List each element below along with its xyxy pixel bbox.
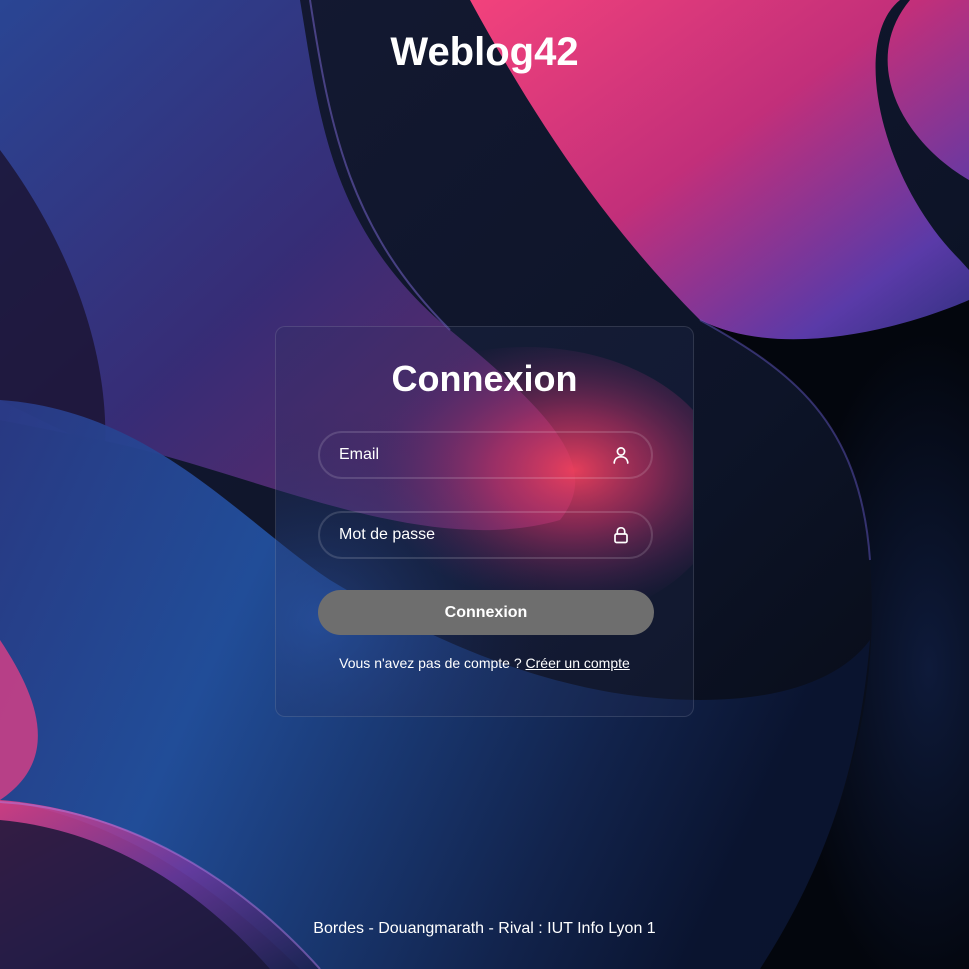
password-input[interactable] xyxy=(320,513,651,557)
user-icon xyxy=(613,447,629,464)
email-input[interactable] xyxy=(320,433,651,477)
login-title: Connexion xyxy=(391,358,578,399)
footer-credits: Bordes - Douangmarath - Rival : IUT Info… xyxy=(313,920,656,937)
login-button[interactable]: Connexion xyxy=(318,590,654,635)
site-title: Weblog42 xyxy=(390,30,579,74)
email-field xyxy=(318,431,653,479)
register-line: Vous n'avez pas de compte ? Créer un com… xyxy=(276,655,693,671)
login-card: Connexion Connexion Vous n'avez pas de c… xyxy=(275,326,694,717)
lock-icon xyxy=(614,526,628,544)
register-prompt: Vous n'avez pas de compte ? xyxy=(339,655,522,671)
password-field xyxy=(318,511,653,559)
create-account-link[interactable]: Créer un compte xyxy=(526,655,630,671)
